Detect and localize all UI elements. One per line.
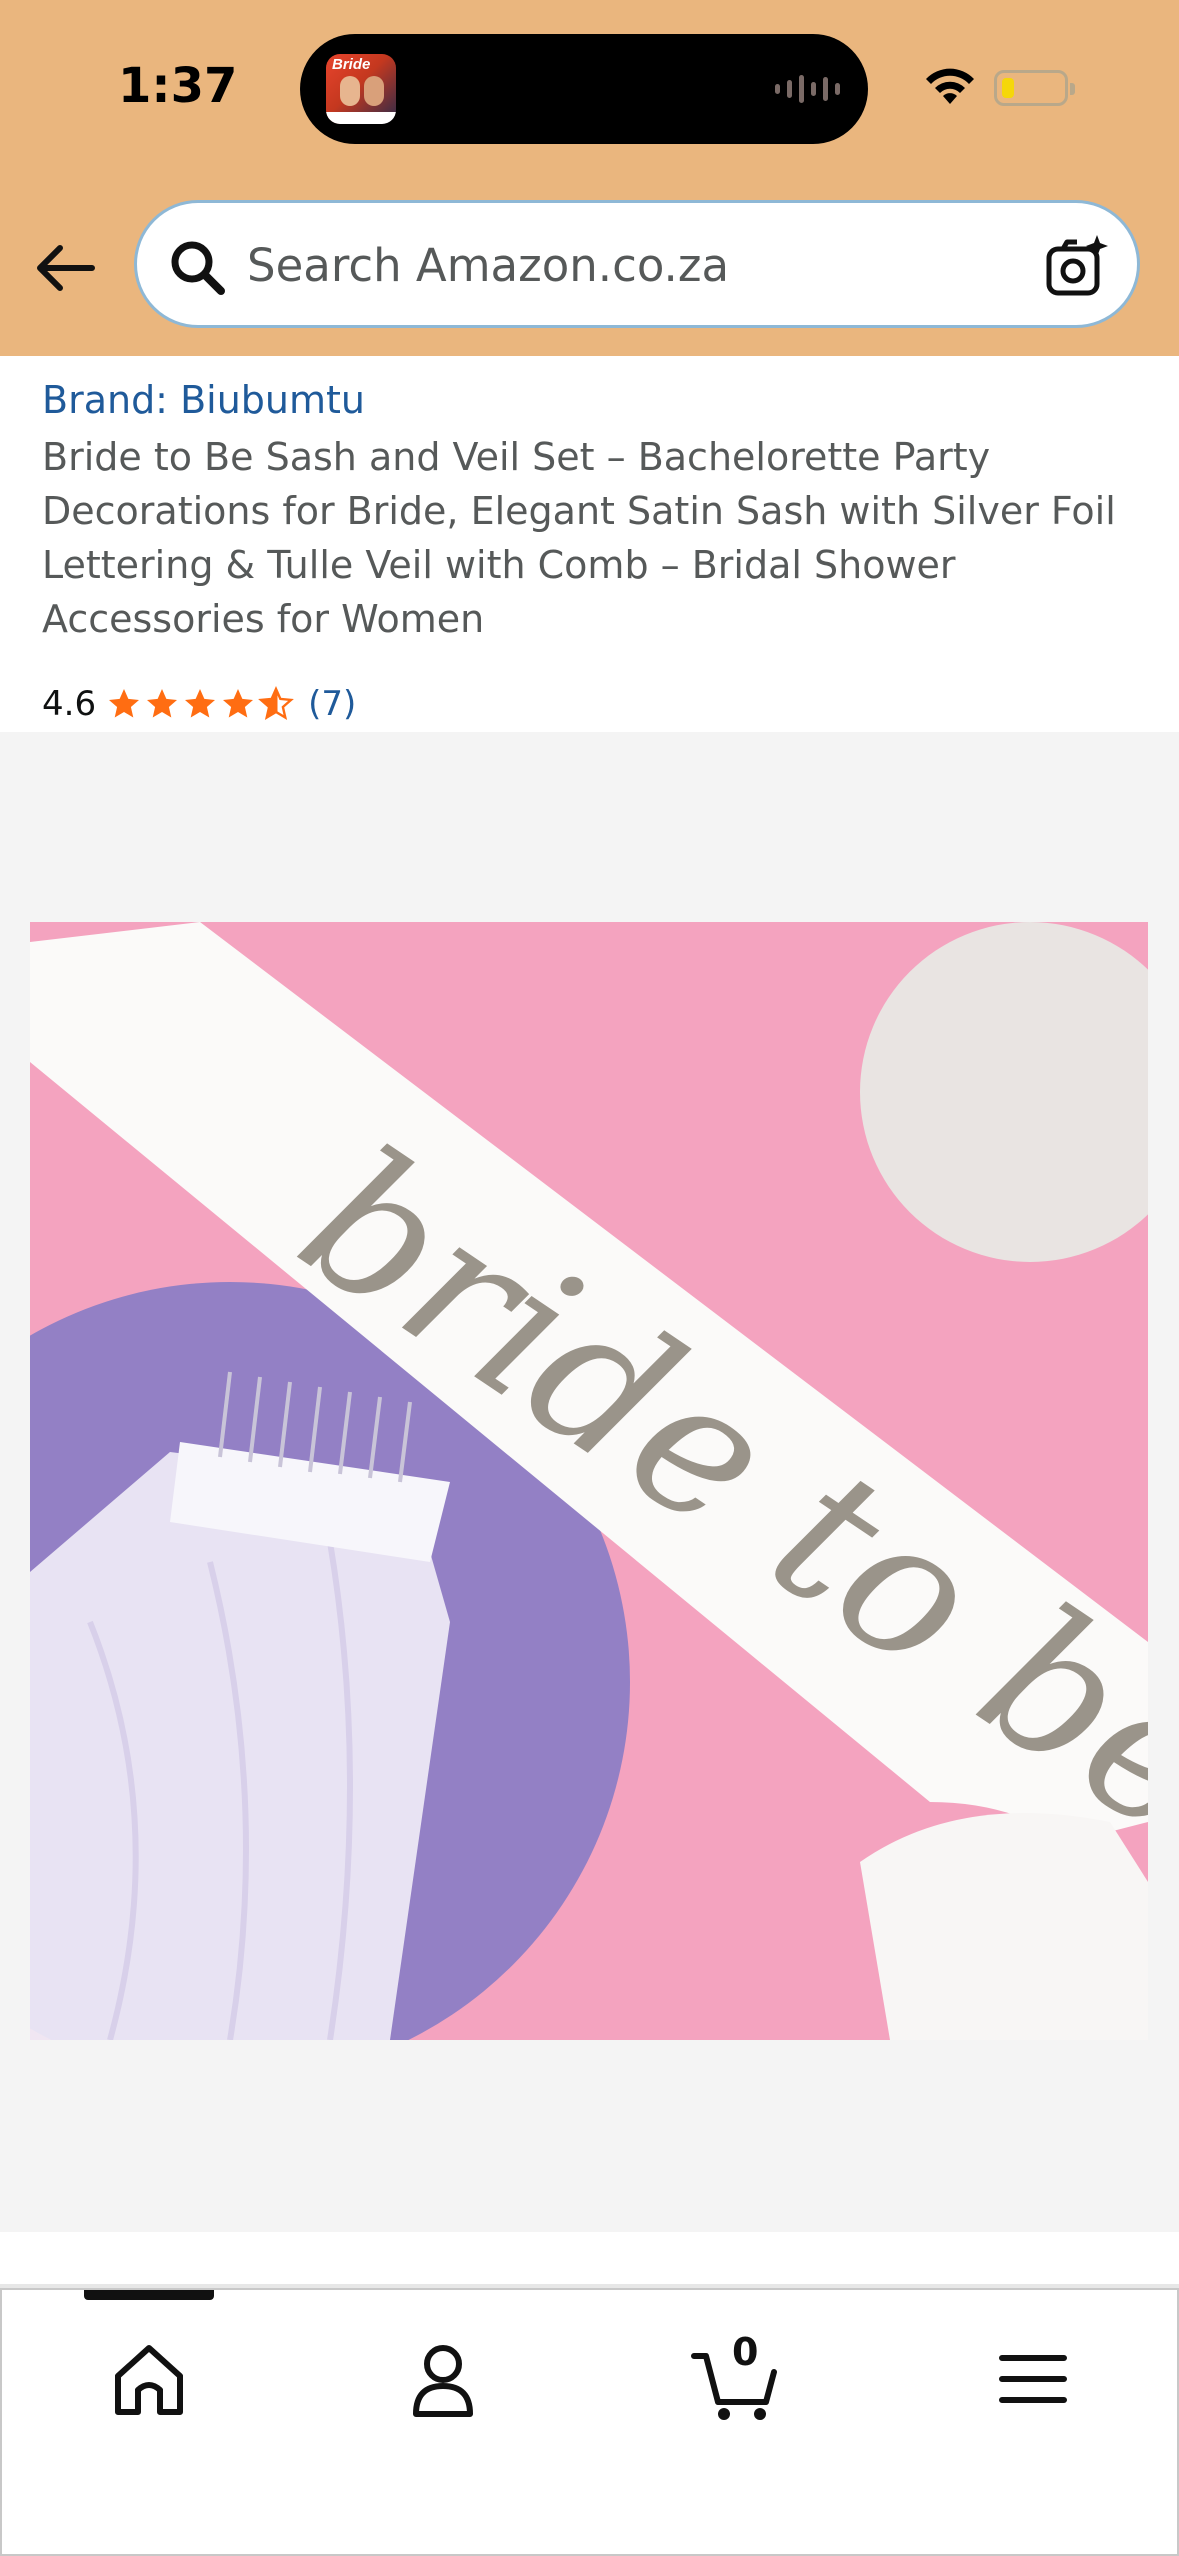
star-rating [106,686,294,722]
star-icon [109,689,140,718]
search-bar[interactable] [134,200,1140,328]
app-header: 1:37 Bride [0,0,1179,356]
back-arrow-icon[interactable] [30,232,102,304]
review-count-link[interactable]: (7) [308,684,356,724]
now-playing-thumbnail: Bride [326,54,396,124]
product-title: Bride to Be Sash and Veil Set – Bachelor… [42,435,1116,641]
star-icon [223,689,254,718]
rating-value: 4.6 [42,684,97,724]
account-icon[interactable] [398,2334,488,2424]
brand-link[interactable]: Brand: Biubumtu [42,378,365,422]
search-icon[interactable] [167,237,227,297]
product-photo: bride to be [30,922,1148,2040]
dynamic-island[interactable]: Bride [300,34,868,144]
search-input[interactable] [247,233,1047,297]
half-star-icon [258,686,294,720]
bottom-navigation: 0 [0,2288,1179,2556]
audio-wave-icon [775,72,840,106]
battery-fill [1002,78,1014,98]
cart-count: 0 [732,2330,759,2374]
camera-search-icon[interactable] [1043,233,1111,301]
status-time: 1:37 [118,58,238,114]
home-icon[interactable] [104,2334,194,2424]
star-icon [147,689,178,718]
wifi-icon [926,68,974,104]
battery-icon [994,70,1075,106]
product-image[interactable]: bride to be [30,922,1148,2040]
active-tab-indicator [84,2290,214,2300]
star-icon [185,689,216,718]
thumbnail-text: Bride [332,56,371,73]
rating-row[interactable]: 4.6 (7) [42,684,356,724]
menu-icon[interactable] [988,2334,1078,2424]
cart-button[interactable]: 0 [690,2330,780,2424]
